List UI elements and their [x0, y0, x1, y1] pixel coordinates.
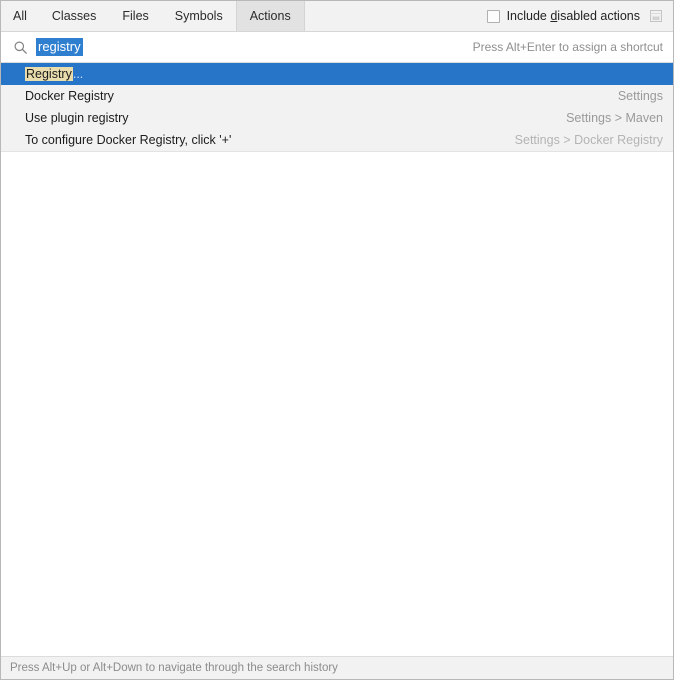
shortcut-assign-hint: Press Alt+Enter to assign a shortcut: [472, 40, 663, 54]
tab-classes[interactable]: Classes: [39, 1, 109, 31]
results-empty-area: [1, 152, 673, 656]
result-location: Settings > Maven: [566, 111, 663, 125]
result-title: Docker Registry: [25, 89, 114, 103]
result-row-configure-docker-registry[interactable]: To configure Docker Registry, click '+' …: [1, 129, 673, 151]
tab-files[interactable]: Files: [109, 1, 161, 31]
dialog-header: All Classes Files Symbols Actions Includ…: [1, 1, 673, 32]
checkbox-box-icon[interactable]: [486, 9, 500, 23]
tab-symbols-label: Symbols: [174, 9, 223, 23]
include-disabled-actions-label: Include disabled actions: [507, 9, 640, 23]
results-list: Registry... Docker Registry Settings Use…: [1, 63, 673, 152]
search-everywhere-dialog: All Classes Files Symbols Actions Includ…: [0, 0, 674, 680]
result-trailing-text: ...: [72, 67, 84, 81]
result-title: Registry...: [25, 67, 83, 81]
result-location: Settings: [617, 89, 663, 103]
header-right-controls: Include disabled actions: [486, 1, 673, 31]
result-match-text: Registry: [25, 67, 73, 81]
tab-actions[interactable]: Actions: [235, 1, 305, 31]
result-row-docker-registry[interactable]: Docker Registry Settings: [1, 85, 673, 107]
include-label-after: isabled actions: [557, 9, 640, 23]
include-label-before: Include: [506, 9, 551, 23]
dialog-footer: Press Alt+Up or Alt+Down to navigate thr…: [1, 656, 673, 679]
result-title: Use plugin registry: [25, 111, 129, 125]
footer-hint-text: Press Alt+Up or Alt+Down to navigate thr…: [10, 662, 338, 674]
search-icon: [13, 40, 28, 55]
tab-symbols[interactable]: Symbols: [162, 1, 236, 31]
result-row-use-plugin-registry[interactable]: Use plugin registry Settings > Maven: [1, 107, 673, 129]
tab-classes-label: Classes: [51, 9, 97, 23]
include-disabled-actions-checkbox[interactable]: Include disabled actions: [486, 9, 640, 23]
search-field-row[interactable]: registry Press Alt+Enter to assign a sho…: [1, 32, 673, 63]
result-title: To configure Docker Registry, click '+': [25, 133, 232, 147]
tab-bar: All Classes Files Symbols Actions: [1, 1, 305, 31]
tab-all[interactable]: All: [1, 1, 39, 31]
window-pin-icon[interactable]: [647, 7, 665, 25]
tab-all-label: All: [13, 9, 27, 23]
tab-actions-label: Actions: [249, 9, 291, 23]
tab-files-label: Files: [122, 9, 149, 23]
result-location: Settings > Docker Registry: [514, 133, 663, 147]
search-input[interactable]: registry: [36, 38, 83, 56]
result-row-registry[interactable]: Registry...: [1, 63, 673, 85]
